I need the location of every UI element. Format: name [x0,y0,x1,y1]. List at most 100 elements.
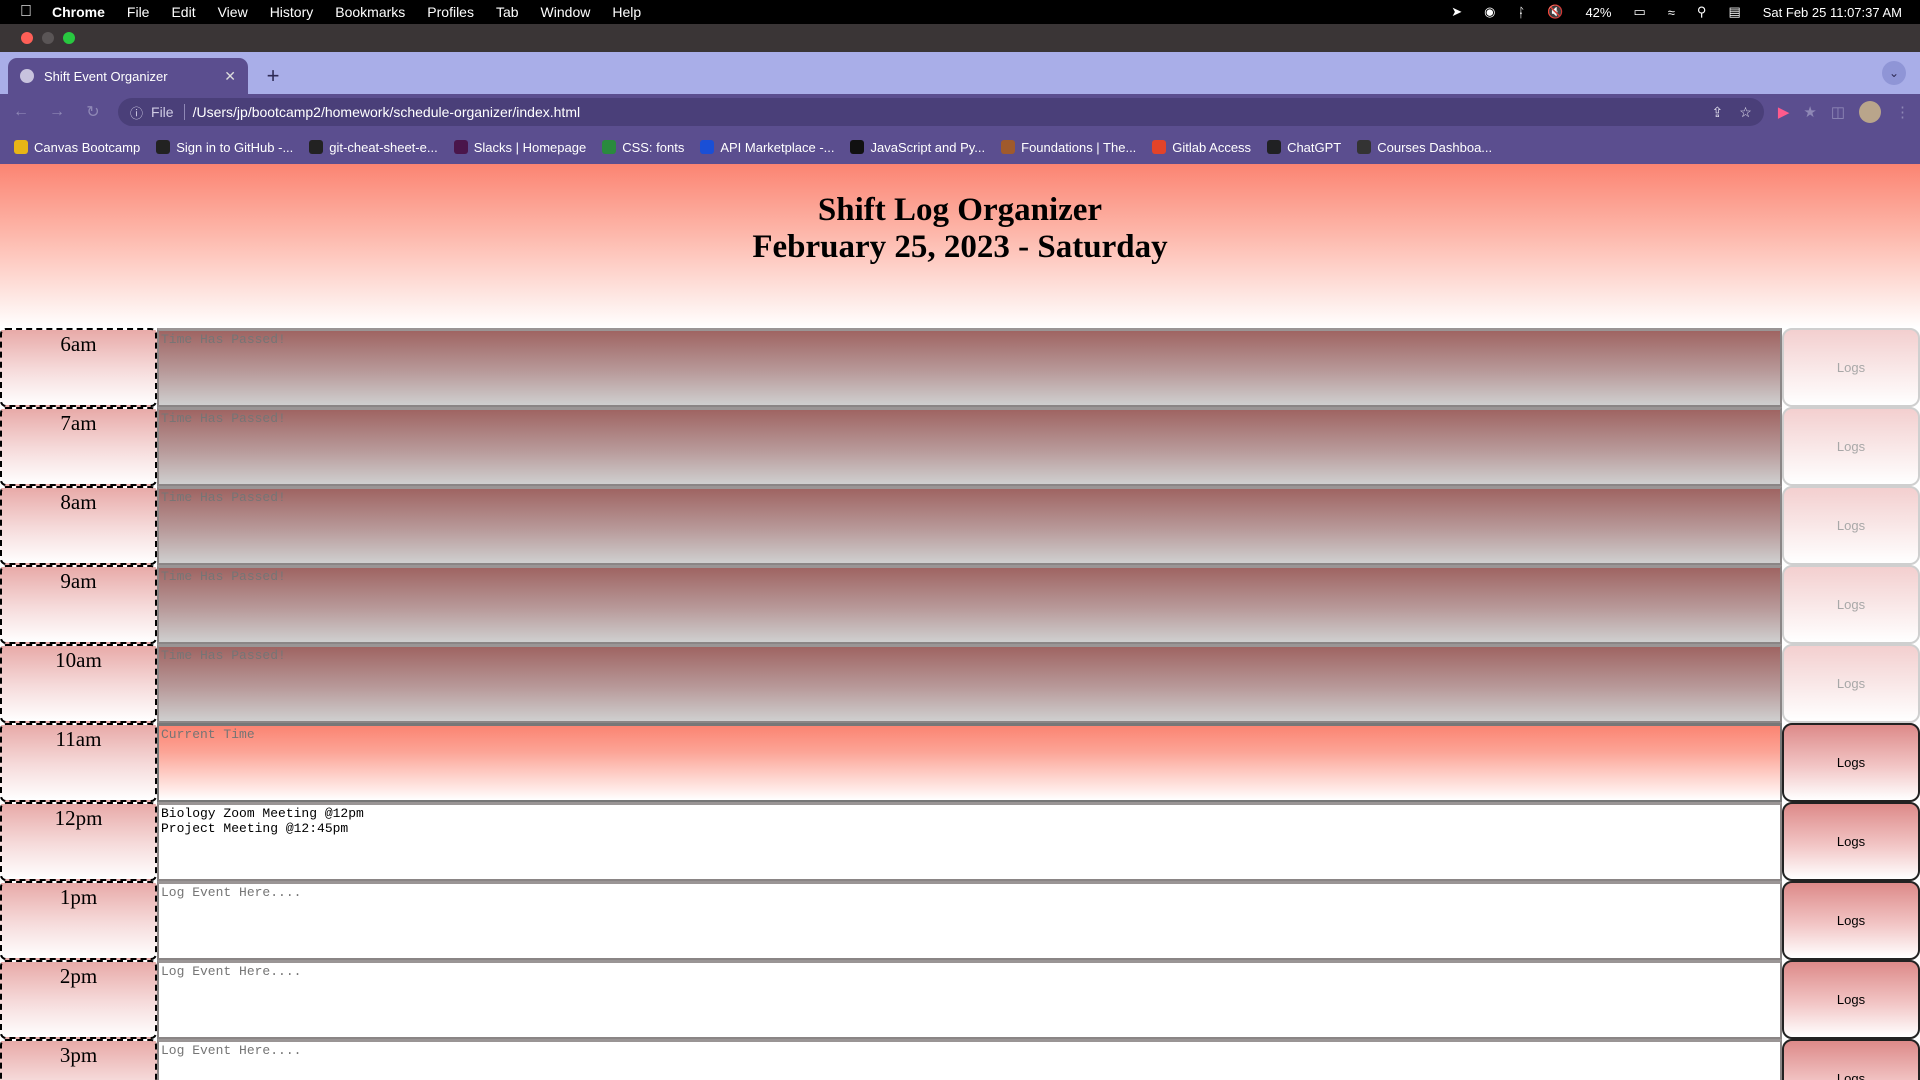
info-icon[interactable]: ⓘ [130,103,143,122]
save-log-button[interactable]: Logs [1782,644,1920,723]
zoom-window-icon[interactable] [63,32,75,44]
save-log-button[interactable]: Logs [1782,328,1920,407]
location-icon[interactable]: ➤ [1451,4,1462,20]
event-description-input[interactable] [157,1039,1782,1080]
bookmark-label: Gitlab Access [1172,139,1252,155]
time-block-row: 3pm Logs [0,1039,1920,1080]
github-icon [309,140,324,154]
profile-avatar[interactable] [1859,101,1881,123]
menu-window[interactable]: Window [541,4,591,20]
hour-label: 7am [0,407,157,486]
omnibox-actions: ⇪ ☆ [1712,104,1752,121]
address-bar[interactable]: ⓘ File /Users/jp/bootcamp2/homework/sche… [118,98,1764,126]
save-log-button[interactable]: Logs [1782,960,1920,1039]
bookmark-item[interactable]: git-cheat-sheet-e... [309,139,438,155]
current-date: February 25, 2023 - Saturday [752,229,1168,265]
control-center-icon[interactable]: ▤ [1728,4,1740,20]
forward-arrow-icon[interactable]: → [46,103,68,121]
save-log-button[interactable]: Logs [1782,802,1920,881]
bookmark-label: Canvas Bootcamp [34,139,141,155]
clock[interactable]: Sat Feb 25 11:07:37 AM [1763,5,1902,20]
event-description-input[interactable] [157,723,1782,802]
extensions-puzzle-icon[interactable]: ★ [1803,103,1816,121]
apple-icon[interactable]:  [0,3,52,21]
save-log-button[interactable]: Logs [1782,1039,1920,1080]
minimize-window-icon[interactable] [42,32,54,44]
battery-percent[interactable]: 42% [1585,5,1611,20]
spotlight-search-icon[interactable]: ⚲ [1697,4,1707,20]
app-menu: Chrome File Edit View History Bookmarks … [52,4,641,20]
reload-icon[interactable]: ↻ [82,102,104,122]
bookmark-star-icon[interactable]: ☆ [1739,104,1752,121]
bookmark-label: Slacks | Homepage [473,139,587,155]
github-icon [156,140,171,154]
menu-app-name[interactable]: Chrome [52,4,105,20]
menu-help[interactable]: Help [612,4,641,20]
bookmark-item[interactable]: JavaScript and Py... [850,140,985,155]
tab-shift-event-organizer[interactable]: Shift Event Organizer ✕ [8,58,248,94]
bookmark-item[interactable]: Slacks | Homepage [453,139,587,155]
time-block-row: 9am Logs [0,565,1920,644]
save-log-button[interactable]: Logs [1782,486,1920,565]
event-description-input[interactable] [157,565,1782,644]
time-block-row: 1pm Logs [0,881,1920,960]
menu-file[interactable]: File [127,4,150,20]
save-log-button[interactable]: Logs [1782,881,1920,960]
save-log-button[interactable]: Logs [1782,565,1920,644]
time-block-row: 2pm Logs [0,960,1920,1039]
hour-label: 12pm [0,802,157,881]
battery-icon[interactable]: ▭ [1633,4,1645,20]
bookmark-item[interactable]: API Marketplace -... [700,140,834,155]
bookmark-item[interactable]: CSS: fonts [602,140,684,155]
bookmark-item[interactable]: Sign in to GitHub -... [156,140,293,155]
new-tab-button[interactable]: + [258,61,288,91]
bookmark-label: git-cheat-sheet-e... [329,139,438,155]
bookmark-label: API Marketplace -... [720,139,835,155]
w3schools-icon [602,140,617,154]
event-description-input[interactable] [157,486,1782,565]
extension-icon[interactable]: ▶ [1778,103,1790,121]
url-text[interactable]: /Users/jp/bootcamp2/homework/schedule-or… [193,104,581,120]
event-description-input[interactable] [157,881,1782,960]
screen-record-icon[interactable]: ◉ [1484,4,1495,20]
event-description-input[interactable] [157,802,1782,881]
bookmark-item[interactable]: Foundations | The... [1001,140,1136,155]
time-block-row: 6am Logs [0,328,1920,407]
crown-icon [1357,140,1372,154]
menu-tab[interactable]: Tab [496,4,519,20]
slack-icon [453,140,468,154]
menu-profiles[interactable]: Profiles [427,4,474,20]
save-log-button[interactable]: Logs [1782,723,1920,802]
gitlab-icon [1152,140,1167,154]
share-icon[interactable]: ⇪ [1712,104,1724,121]
bookmark-item[interactable]: Courses Dashboa... [1357,140,1492,155]
event-description-input[interactable] [157,960,1782,1039]
menu-view[interactable]: View [218,4,248,20]
close-window-icon[interactable] [21,32,33,44]
bookmark-label: ChatGPT [1287,139,1342,155]
menu-history[interactable]: History [270,4,314,20]
rapidapi-icon [700,140,715,154]
event-description-input[interactable] [157,328,1782,407]
event-description-input[interactable] [157,407,1782,486]
chevron-down-icon[interactable]: ⌄ [1882,61,1906,85]
more-menu-icon[interactable]: ⋮ [1895,103,1910,121]
event-description-input[interactable] [157,644,1782,723]
wifi-icon[interactable]: ≈ [1668,5,1675,20]
scheme-label: File [151,104,185,120]
bookmark-item[interactable]: Canvas Bootcamp [14,140,140,155]
mute-icon[interactable]: 🔇 [1547,4,1563,20]
bookmark-item[interactable]: Gitlab Access [1152,140,1251,155]
menu-bookmarks[interactable]: Bookmarks [335,4,405,20]
bookmark-label: Sign in to GitHub -... [176,139,294,155]
close-tab-icon[interactable]: ✕ [224,68,236,85]
menu-edit[interactable]: Edit [171,4,195,20]
side-panel-icon[interactable]: ◫ [1831,103,1845,121]
bookmark-item[interactable]: ChatGPT [1267,140,1341,155]
bookmark-label: JavaScript and Py... [870,139,986,155]
back-arrow-icon[interactable]: ← [10,103,32,121]
save-log-button[interactable]: Logs [1782,407,1920,486]
page-title: Shift Log Organizer [817,192,1103,228]
bluetooth-icon[interactable]: ᛛ [1517,5,1525,20]
globe-icon [20,69,34,83]
